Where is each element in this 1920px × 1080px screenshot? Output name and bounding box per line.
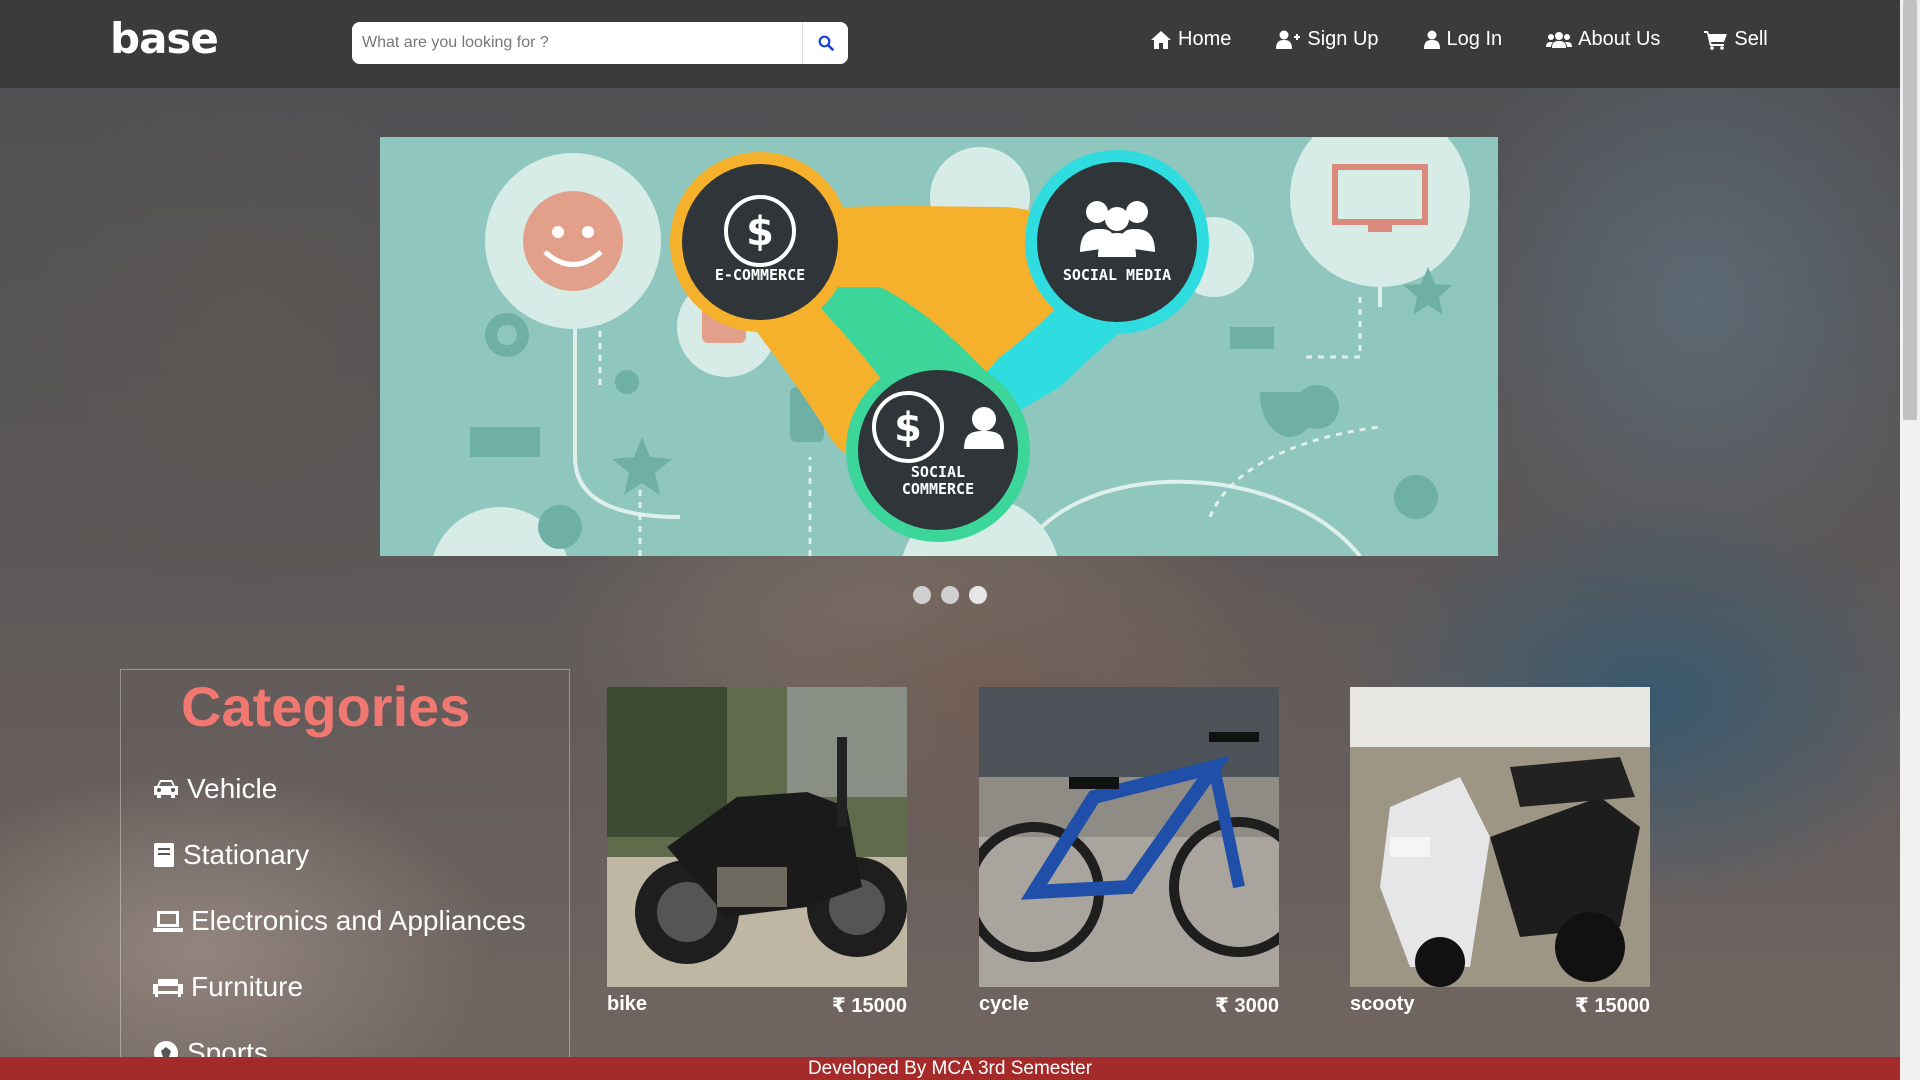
category-furniture[interactable]: Furniture — [153, 971, 303, 1003]
nav-sell-label: Sell — [1734, 28, 1768, 50]
user-icon — [1423, 30, 1440, 49]
product-price: ₹ 3000 — [1215, 995, 1279, 1017]
product-image-scooty[interactable] — [1350, 687, 1650, 987]
categories-panel: Categories Vehicle Stationary Electronic… — [120, 669, 570, 1080]
category-label: Electronics and Appliances — [191, 905, 526, 936]
nav-log-in-label: Log In — [1446, 28, 1503, 50]
nav-sign-up-label: Sign Up — [1307, 28, 1379, 50]
product-price: ₹ 15000 — [1574, 995, 1650, 1017]
product-image-bike[interactable] — [607, 687, 907, 987]
home-icon — [1151, 30, 1171, 49]
navbar: base Home Sign Up Log In About Us — [0, 0, 1900, 88]
category-vehicle[interactable]: Vehicle — [153, 773, 277, 805]
book-icon — [154, 843, 174, 867]
car-icon — [154, 780, 178, 798]
category-label: Stationary — [183, 839, 310, 870]
carousel-dot-2[interactable] — [941, 586, 959, 604]
banner-ecommerce-label: E-COMMERCE — [715, 266, 805, 284]
hero-carousel[interactable]: $ E-COMMERCE SOCIAL MEDIA $ SOCIAL COMME… — [380, 137, 1498, 556]
category-electronics[interactable]: Electronics and Appliances — [153, 905, 526, 937]
nav-sign-up[interactable]: Sign Up — [1275, 28, 1379, 51]
banner-social-label: SOCIAL — [911, 463, 965, 481]
carousel-indicators — [913, 586, 987, 604]
brand-logo[interactable]: base — [110, 14, 219, 63]
footer: Developed By MCA 3rd Semester — [0, 1057, 1900, 1080]
nav-about-us[interactable]: About Us — [1546, 28, 1660, 51]
product-card-cycle[interactable]: cycle ₹ 3000 — [979, 687, 1279, 1018]
category-label: Vehicle — [187, 773, 278, 804]
search-bar — [352, 22, 848, 64]
carousel-dot-3[interactable] — [969, 586, 987, 604]
product-price: ₹ 15000 — [831, 995, 907, 1017]
page-scrollbar[interactable] — [1900, 0, 1920, 1080]
cart-icon — [1704, 30, 1728, 50]
nav-home[interactable]: Home — [1150, 28, 1231, 51]
banner-social-media-label: SOCIAL MEDIA — [1063, 266, 1171, 284]
svg-text:$: $ — [894, 405, 922, 451]
nav-home-label: Home — [1178, 28, 1232, 50]
search-button[interactable] — [802, 22, 848, 64]
product-card-scooty[interactable]: scooty ₹ 15000 — [1350, 687, 1650, 1018]
nav-log-in[interactable]: Log In — [1423, 28, 1503, 51]
categories-title: Categories — [181, 675, 471, 738]
product-meta: bike ₹ 15000 — [607, 993, 907, 1018]
product-card-bike[interactable]: bike ₹ 15000 — [607, 687, 907, 1018]
banner-commerce-label: COMMERCE — [902, 480, 974, 498]
nav-sell[interactable]: Sell — [1704, 28, 1768, 51]
nav-menu: Home Sign Up Log In About Us Sell — [1150, 28, 1812, 51]
laptop-icon — [153, 911, 183, 932]
user-plus-icon — [1276, 30, 1301, 49]
search-icon — [818, 35, 834, 51]
category-label: Furniture — [191, 971, 304, 1002]
carousel-dot-1[interactable] — [913, 586, 931, 604]
product-name: bike — [607, 993, 648, 1015]
search-input[interactable] — [352, 22, 802, 64]
scrollbar-thumb[interactable] — [1903, 0, 1917, 420]
banner-image: $ E-COMMERCE SOCIAL MEDIA $ SOCIAL COMME… — [380, 137, 1498, 556]
nav-about-us-label: About Us — [1578, 28, 1661, 50]
product-name: scooty — [1350, 993, 1415, 1015]
product-image-cycle[interactable] — [979, 687, 1279, 987]
product-name: cycle — [979, 993, 1030, 1015]
product-meta: cycle ₹ 3000 — [979, 993, 1279, 1018]
product-meta: scooty ₹ 15000 — [1350, 993, 1650, 1018]
users-icon — [1546, 31, 1573, 48]
couch-icon — [153, 979, 183, 997]
svg-text:$: $ — [746, 209, 774, 255]
category-stationary[interactable]: Stationary — [153, 839, 309, 871]
